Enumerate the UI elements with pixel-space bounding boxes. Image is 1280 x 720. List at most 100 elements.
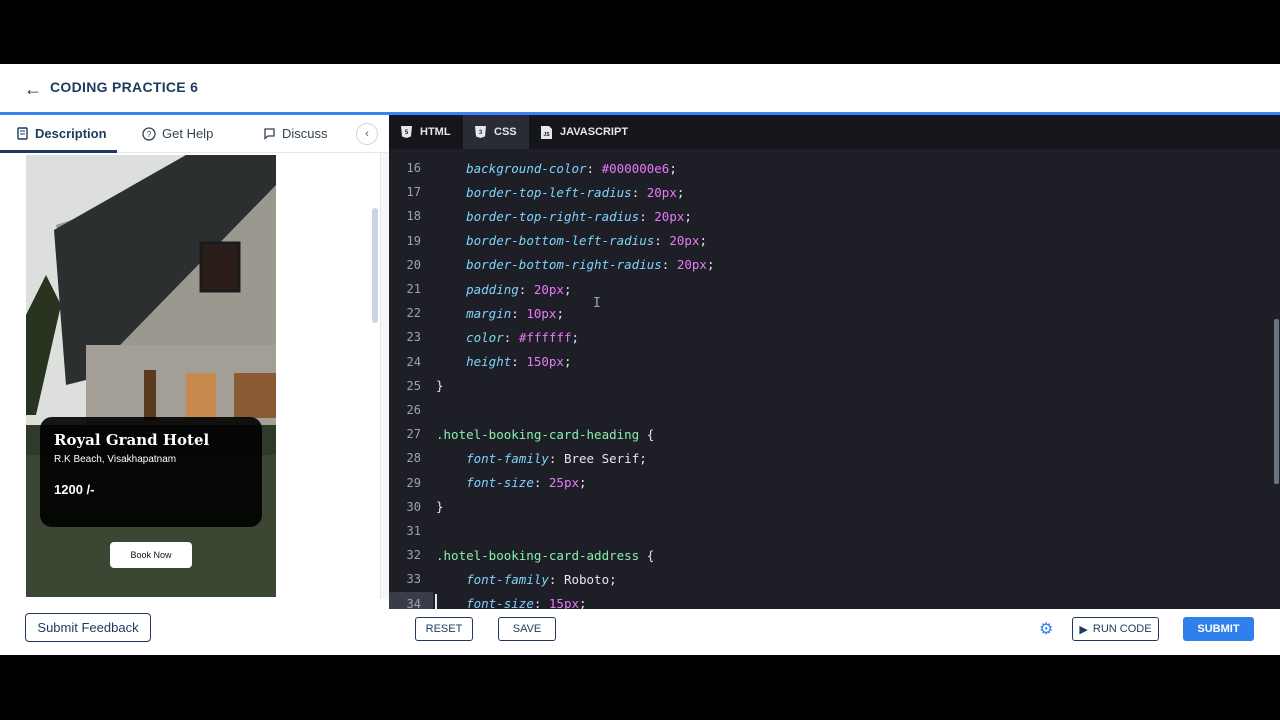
code-line[interactable]: 17 border-top-left-radius: 20px; bbox=[389, 180, 1280, 204]
run-code-button[interactable]: ▶ RUN CODE bbox=[1072, 617, 1159, 641]
arrow-left-icon[interactable]: ← bbox=[24, 80, 42, 98]
line-number: 33 bbox=[406, 572, 421, 587]
gear-icon[interactable]: ⚙ bbox=[1039, 619, 1053, 639]
hotel-booking-card: Royal Grand Hotel R.K Beach, Visakhapatn… bbox=[40, 417, 262, 527]
save-button[interactable]: SAVE bbox=[498, 617, 556, 641]
tab-html-label: HTML bbox=[420, 126, 451, 138]
code-line[interactable]: 24 height: 150px; bbox=[389, 350, 1280, 374]
top-bar: ← CODING PRACTICE 6 bbox=[0, 64, 1280, 113]
code-line[interactable]: 34 font-size: 15px; bbox=[389, 592, 1280, 609]
code-line[interactable]: 28 font-family: Bree Serif; bbox=[389, 446, 1280, 470]
line-number: 23 bbox=[406, 330, 421, 345]
code-text: background-color: #000000e6; bbox=[466, 160, 677, 176]
line-number: 20 bbox=[406, 257, 421, 272]
line-number: 28 bbox=[406, 451, 421, 466]
code-line[interactable]: 30} bbox=[389, 495, 1280, 519]
code-line[interactable]: 20 border-bottom-right-radius: 20px; bbox=[389, 253, 1280, 277]
collapse-panel-button[interactable]: ‹ bbox=[356, 123, 378, 145]
book-now-button[interactable]: Book Now bbox=[110, 542, 192, 568]
code-line[interactable]: 26 bbox=[389, 398, 1280, 422]
code-line[interactable]: 23 color: #ffffff; bbox=[389, 325, 1280, 349]
code-line[interactable]: 25} bbox=[389, 374, 1280, 398]
code-line[interactable]: 27 .hotel-booking-card-heading { bbox=[389, 422, 1280, 446]
tab-description[interactable]: Description bbox=[16, 126, 107, 141]
tab-javascript[interactable]: JS JAVASCRIPT bbox=[529, 115, 640, 149]
line-number: 34 bbox=[406, 596, 421, 609]
hotel-booking-card-address: R.K Beach, Visakhapatnam bbox=[54, 454, 177, 465]
line-number: 22 bbox=[406, 306, 421, 321]
left-tabs: Description ? Get Help Discuss ‹ bbox=[0, 115, 389, 153]
code-text: color: #ffffff; bbox=[466, 329, 580, 345]
play-icon: ▶ bbox=[1079, 623, 1088, 636]
tab-discuss[interactable]: Discuss bbox=[263, 126, 328, 141]
line-number: 19 bbox=[406, 233, 421, 248]
tab-html[interactable]: 5 HTML bbox=[389, 115, 463, 149]
svg-text:?: ? bbox=[147, 130, 152, 139]
code-line[interactable]: 22 margin: 10px; bbox=[389, 301, 1280, 325]
code-text: height: 150px; bbox=[466, 354, 572, 370]
line-number: 24 bbox=[406, 354, 421, 369]
line-number: 30 bbox=[406, 499, 421, 514]
line-number: 18 bbox=[406, 209, 421, 224]
code-line[interactable]: 16 background-color: #000000e6; bbox=[389, 156, 1280, 180]
code-editor: 5 HTML 3 CSS JS JAVASCRIPT I 16 backgrou… bbox=[389, 115, 1280, 613]
code-text: border-bottom-left-radius: 20px; bbox=[466, 233, 707, 249]
house-illustration bbox=[26, 155, 276, 597]
reset-button[interactable]: RESET bbox=[415, 617, 473, 641]
js-file-icon: JS bbox=[541, 125, 552, 139]
app-frame: ← CODING PRACTICE 6 Description ? Get He… bbox=[0, 64, 1280, 655]
line-number: 27 bbox=[406, 427, 421, 442]
code-text: font-family: Roboto; bbox=[466, 571, 617, 587]
editor-footer: RESET SAVE ⚙ ▶ RUN CODE SUBMIT bbox=[389, 609, 1280, 655]
code-text: font-size: 15px; bbox=[466, 596, 587, 609]
preview-scrollbar[interactable] bbox=[372, 208, 378, 323]
left-panel: Description ? Get Help Discuss ‹ Royal G… bbox=[0, 115, 389, 655]
code-text: border-top-left-radius: 20px; bbox=[466, 184, 685, 200]
tab-get-help[interactable]: ? Get Help bbox=[142, 126, 213, 141]
help-circle-icon: ? bbox=[142, 126, 156, 141]
hotel-booking-card-heading: Royal Grand Hotel bbox=[54, 431, 210, 449]
hotel-background-image: Royal Grand Hotel R.K Beach, Visakhapatn… bbox=[26, 155, 276, 597]
submit-button[interactable]: SUBMIT bbox=[1183, 617, 1254, 641]
code-text: border-top-right-radius: 20px; bbox=[466, 208, 692, 224]
code-text: border-bottom-right-radius: 20px; bbox=[466, 257, 715, 273]
code-line[interactable]: 21 padding: 20px; bbox=[389, 277, 1280, 301]
line-number: 25 bbox=[406, 378, 421, 393]
tab-css-label: CSS bbox=[494, 126, 517, 138]
line-number: 17 bbox=[406, 185, 421, 200]
chat-icon bbox=[264, 128, 275, 140]
document-icon bbox=[17, 127, 28, 140]
chevron-left-icon: ‹ bbox=[365, 128, 369, 140]
code-line[interactable]: 18 border-top-right-radius: 20px; bbox=[389, 204, 1280, 228]
code-text: } bbox=[436, 499, 444, 515]
tab-discuss-label: Discuss bbox=[282, 126, 328, 141]
code-line[interactable]: 33 font-family: Roboto; bbox=[389, 567, 1280, 591]
line-number: 26 bbox=[406, 403, 421, 417]
tab-javascript-label: JAVASCRIPT bbox=[560, 126, 629, 138]
code-area[interactable]: I 16 background-color: #000000e6; 17 bord… bbox=[389, 149, 1280, 609]
tab-get-help-label: Get Help bbox=[162, 126, 214, 141]
code-line[interactable]: 31 bbox=[389, 519, 1280, 543]
line-number: 16 bbox=[406, 161, 421, 175]
tab-description-label: Description bbox=[35, 126, 107, 141]
output-preview: Royal Grand Hotel R.K Beach, Visakhapatn… bbox=[0, 153, 381, 599]
code-line[interactable]: 32 .hotel-booking-card-address { bbox=[389, 543, 1280, 567]
code-line[interactable]: 19 border-bottom-left-radius: 20px; bbox=[389, 229, 1280, 253]
code-text: .hotel-booking-card-heading { bbox=[436, 426, 655, 442]
hotel-booking-card-price: 1200 /- bbox=[54, 482, 95, 497]
line-number: 31 bbox=[406, 524, 421, 538]
code-text: padding: 20px; bbox=[466, 281, 572, 297]
svg-text:JS: JS bbox=[543, 132, 550, 138]
tab-css[interactable]: 3 CSS bbox=[463, 115, 529, 149]
submit-feedback-button[interactable]: Submit Feedback bbox=[25, 613, 151, 642]
editor-tabs: 5 HTML 3 CSS JS JAVASCRIPT bbox=[389, 115, 1280, 149]
line-number: 21 bbox=[406, 282, 421, 296]
html5-icon: 5 bbox=[401, 126, 412, 138]
css3-icon: 3 bbox=[475, 126, 486, 138]
code-line[interactable]: 29 font-size: 25px; bbox=[389, 471, 1280, 495]
code-text: font-size: 25px; bbox=[466, 475, 587, 491]
code-text: font-family: Bree Serif; bbox=[466, 450, 647, 466]
run-code-label: RUN CODE bbox=[1092, 623, 1152, 635]
code-text: .hotel-booking-card-address { bbox=[436, 547, 655, 563]
page-title: CODING PRACTICE 6 bbox=[50, 79, 199, 95]
